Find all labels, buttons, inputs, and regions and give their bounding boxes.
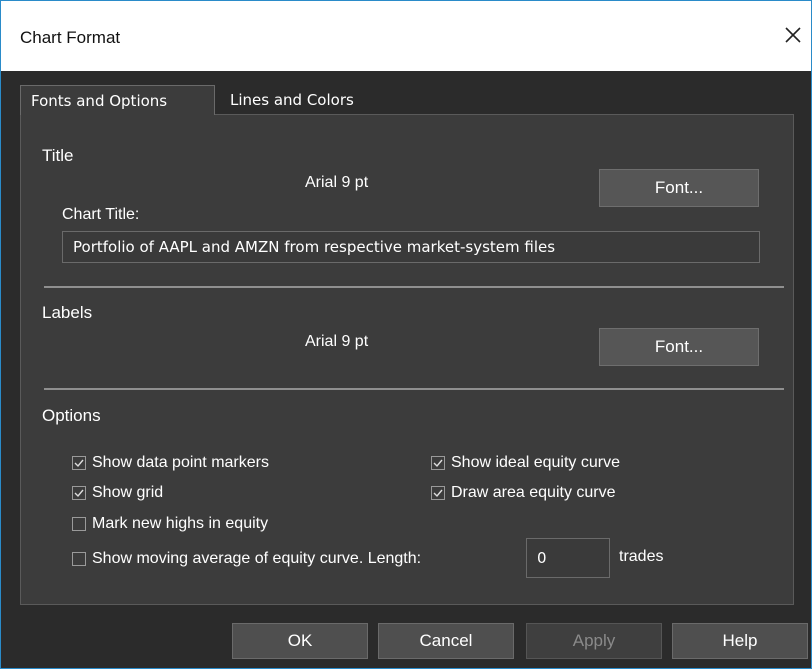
divider	[44, 388, 784, 390]
labels-heading: Labels	[42, 303, 93, 322]
checkbox-checked-icon	[72, 486, 86, 500]
close-icon[interactable]	[779, 21, 807, 49]
checkbox-checked-icon	[431, 456, 445, 470]
tab-panel: Title Arial 9 pt Font... Chart Title: Po…	[20, 114, 794, 605]
checkbox-label: Show ideal equity curve	[451, 454, 620, 471]
chart-title-label: Chart Title:	[62, 206, 140, 223]
help-button[interactable]: Help	[672, 623, 808, 659]
checkbox-mark-new-highs[interactable]: Mark new highs in equity	[72, 515, 268, 533]
checkbox-label: Draw area equity curve	[451, 484, 616, 501]
checkbox-checked-icon	[431, 486, 445, 500]
length-input[interactable]: 0	[526, 538, 610, 578]
checkbox-unchecked-icon	[72, 517, 86, 531]
checkbox-label: Mark new highs in equity	[92, 515, 269, 532]
tab-fonts-and-options[interactable]: Fonts and Options	[20, 85, 215, 115]
chart-title-input[interactable]: Portfolio of AAPL and AMZN from respecti…	[62, 231, 760, 263]
checkbox-show-grid[interactable]: Show grid	[72, 484, 163, 502]
title-font-display: Arial 9 pt	[305, 174, 369, 191]
checkbox-label: Show data point markers	[92, 454, 269, 471]
tab-lines-and-colors[interactable]: Lines and Colors	[220, 85, 390, 115]
checkbox-checked-icon	[72, 456, 86, 470]
title-font-button[interactable]: Font...	[599, 169, 759, 207]
labels-font-display: Arial 9 pt	[305, 333, 369, 350]
checkbox-label: Show moving average of equity curve. Len…	[92, 550, 422, 567]
window-title: Chart Format	[20, 28, 121, 47]
checkbox-unchecked-icon	[72, 552, 86, 566]
labels-font-button[interactable]: Font...	[599, 328, 759, 366]
checkbox-show-moving-average[interactable]: Show moving average of equity curve. Len…	[72, 550, 421, 568]
title-bar: Chart Format	[1, 1, 811, 71]
checkbox-draw-area-equity-curve[interactable]: Draw area equity curve	[431, 484, 616, 502]
checkbox-show-data-point-markers[interactable]: Show data point markers	[72, 454, 269, 472]
cancel-button[interactable]: Cancel	[378, 623, 514, 659]
checkbox-label: Show grid	[92, 484, 164, 501]
length-unit-label: trades	[619, 548, 664, 565]
divider	[44, 286, 784, 288]
chart-format-dialog: Chart Format Fonts and Options Lines and…	[0, 0, 812, 669]
apply-button[interactable]: Apply	[526, 623, 662, 659]
options-heading: Options	[42, 406, 101, 425]
checkbox-show-ideal-equity-curve[interactable]: Show ideal equity curve	[431, 454, 620, 472]
title-heading: Title	[42, 146, 74, 165]
ok-button[interactable]: OK	[232, 623, 368, 659]
